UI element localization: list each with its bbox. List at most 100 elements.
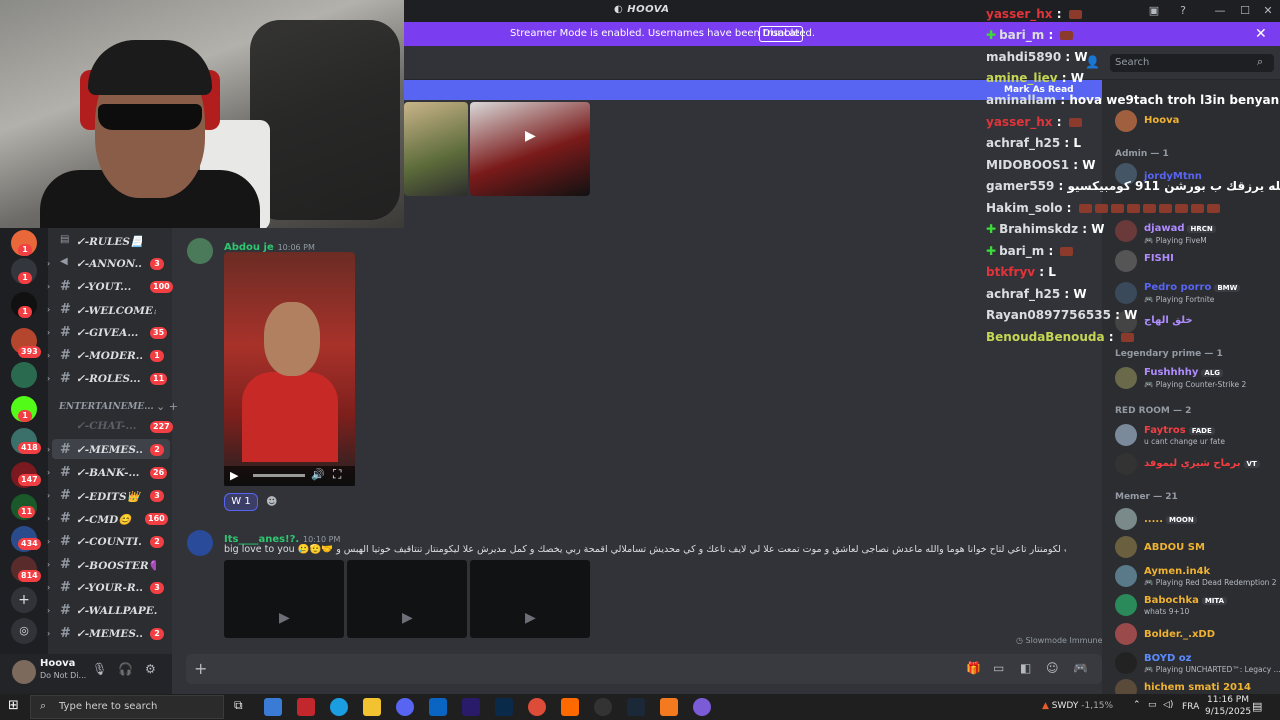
channel-name[interactable]: ✓-BOOSTER💜 <box>76 559 156 572</box>
avatar[interactable] <box>1115 424 1137 446</box>
video-progress-bar[interactable] <box>253 474 305 477</box>
channel-name[interactable]: ✓-WELCOME👋 <box>76 304 156 317</box>
channel-name[interactable]: ✓-ANNON... <box>76 258 142 270</box>
channel-name[interactable]: ✓-CHAT-... <box>76 420 142 432</box>
minimize-button[interactable]: — <box>1208 3 1232 19</box>
add-attachment-icon[interactable]: + <box>194 659 207 678</box>
channel-name[interactable]: ✓-BANK-... <box>76 467 142 479</box>
weather-widget[interactable]: ▲ SWDY -1,15% <box>1042 701 1113 711</box>
avatar[interactable] <box>1115 220 1137 242</box>
task-view-icon[interactable]: ⧉ <box>234 698 243 713</box>
apps-icon[interactable]: 🎮 <box>1073 661 1088 675</box>
channel-name[interactable]: ✓-EDITS👑 <box>76 490 142 503</box>
microphone-icon[interactable]: 🎙 <box>92 662 107 676</box>
volume-icon[interactable]: ◁) <box>1163 700 1173 710</box>
channel-name[interactable]: ✓-RULES📃 <box>76 235 142 248</box>
app-icon[interactable] <box>660 698 678 716</box>
inbox-icon[interactable]: ▣ <box>1142 3 1166 19</box>
member-name[interactable]: Pedro porro BMW <box>1144 282 1241 293</box>
emoji-icon[interactable]: ☺ <box>1046 661 1059 675</box>
channel-name[interactable]: ✓-MODER... <box>76 350 142 362</box>
channel-name[interactable]: ✓-YOUT... <box>76 281 142 293</box>
avatar[interactable] <box>1115 110 1137 132</box>
discover-icon[interactable]: ◎ <box>11 618 37 644</box>
avatar[interactable] <box>1115 594 1137 616</box>
avatar[interactable] <box>1115 250 1137 272</box>
image-attachment[interactable] <box>404 102 468 196</box>
member-name[interactable]: FISHI <box>1144 253 1174 264</box>
notification-icon[interactable]: ▤ <box>1252 700 1262 713</box>
video-attachment[interactable] <box>224 252 355 486</box>
video-attachment[interactable] <box>224 560 344 638</box>
play-icon[interactable]: ▶ <box>230 469 238 482</box>
app-icon[interactable] <box>693 698 711 716</box>
add-reaction-icon[interactable]: ☻ <box>266 495 277 508</box>
chrome-icon[interactable] <box>528 698 546 716</box>
play-icon[interactable]: ▶ <box>279 610 290 626</box>
outlook-icon[interactable] <box>429 698 447 716</box>
add-server-icon[interactable]: + <box>11 587 37 613</box>
member-name[interactable]: Babochka MITA <box>1144 595 1228 606</box>
windows-start-icon[interactable]: ⊞ <box>8 698 19 713</box>
member-name[interactable]: Aymen.in4k <box>1144 566 1210 577</box>
avatar[interactable] <box>1115 508 1137 530</box>
server-icon[interactable] <box>11 362 37 388</box>
video-attachment[interactable] <box>470 560 590 638</box>
premiere-icon[interactable] <box>462 698 480 716</box>
avatar[interactable] <box>1115 453 1137 475</box>
avatar[interactable] <box>1115 623 1137 645</box>
member-name[interactable]: BOYD oz <box>1144 653 1191 664</box>
member-name[interactable]: ABDOU SM <box>1144 542 1205 553</box>
language-indicator[interactable]: FRA <box>1182 702 1199 712</box>
avatar[interactable] <box>1115 565 1137 587</box>
photoshop-icon[interactable] <box>495 698 513 716</box>
member-name[interactable]: ..... MOON <box>1144 514 1197 525</box>
gift-icon[interactable]: 🎁 <box>966 661 981 675</box>
close-window-button[interactable]: ✕ <box>1256 3 1280 19</box>
disable-streamer-button[interactable]: Disable <box>759 26 803 42</box>
gif-icon[interactable]: ▭ <box>993 661 1004 675</box>
headphones-icon[interactable]: 🎧 <box>118 662 133 676</box>
sticker-icon[interactable]: ◧ <box>1020 661 1031 675</box>
channel-name[interactable]: ✓-ROLES... <box>76 373 142 385</box>
app-icon[interactable] <box>561 698 579 716</box>
avatar[interactable] <box>1115 282 1137 304</box>
member-name[interactable]: برماح شيزي ليموفد VT <box>1144 458 1260 469</box>
store-app-icon[interactable] <box>264 698 282 716</box>
avatar[interactable] <box>187 530 213 556</box>
gear-icon[interactable]: ⚙ <box>145 662 156 676</box>
avatar[interactable] <box>1115 367 1137 389</box>
obs-icon[interactable] <box>594 698 612 716</box>
member-name[interactable]: Fushhhhy ALG <box>1144 367 1224 378</box>
tray-chevron-icon[interactable]: ⌃ <box>1133 700 1141 710</box>
category-header[interactable]: ENTERTAINEME... <box>59 402 154 412</box>
play-icon[interactable]: ▶ <box>402 610 413 626</box>
fullscreen-icon[interactable]: ⛶ <box>333 467 341 482</box>
volume-icon[interactable]: 🔊 <box>311 468 325 481</box>
maximize-button[interactable]: ☐ <box>1233 3 1257 19</box>
channel-name[interactable]: ✓-MEMES... <box>76 444 142 456</box>
channel-name[interactable]: ✓-COUNTI... <box>76 536 142 548</box>
channel-name[interactable]: ✓-GIVEA... <box>76 327 142 339</box>
channel-name[interactable]: ✓-CMD😊 <box>76 513 140 526</box>
message-composer[interactable] <box>186 654 1102 684</box>
member-name[interactable]: djawad HRCN <box>1144 223 1216 234</box>
edge-icon[interactable] <box>330 698 348 716</box>
avatar[interactable] <box>12 660 36 684</box>
member-name[interactable]: Bolder._.xDD <box>1144 629 1215 640</box>
avatar[interactable] <box>187 238 213 264</box>
add-channel-icon[interactable]: ⌄ + <box>156 400 178 413</box>
network-icon[interactable]: ▭ <box>1148 700 1157 710</box>
close-banner-icon[interactable]: ✕ <box>1255 26 1267 42</box>
adobe-illustrator-icon[interactable] <box>297 698 315 716</box>
video-attachment[interactable] <box>347 560 467 638</box>
discord-taskbar-icon[interactable] <box>396 698 414 716</box>
video-attachment[interactable] <box>470 102 590 196</box>
member-name[interactable]: Faytros FADE <box>1144 425 1215 436</box>
file-explorer-icon[interactable] <box>363 698 381 716</box>
avatar[interactable] <box>1115 536 1137 558</box>
channel-name[interactable]: ✓-YOUR-R... <box>76 582 142 594</box>
avatar[interactable] <box>1115 652 1137 674</box>
clock-time[interactable]: 11:16 PM <box>1207 695 1249 705</box>
taskbar-search-input[interactable]: Type here to search <box>30 695 224 719</box>
